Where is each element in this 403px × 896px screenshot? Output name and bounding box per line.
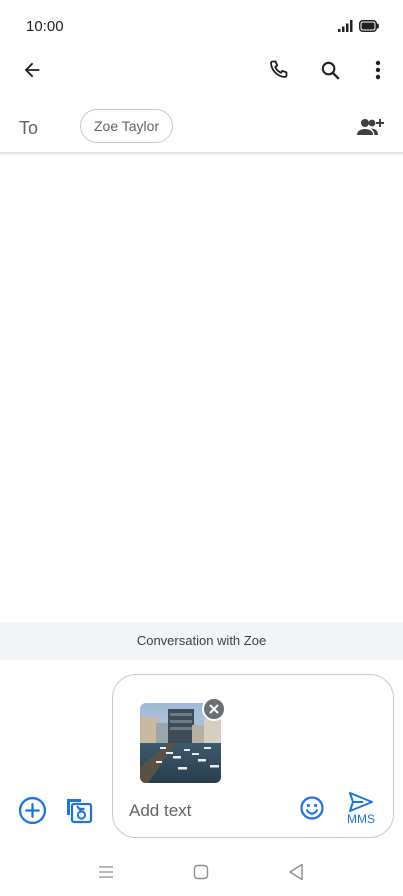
conversation-banner: Conversation with Zoe — [0, 622, 403, 660]
more-options-icon[interactable] — [366, 56, 390, 84]
navigation-bar — [0, 852, 403, 896]
status-icons — [338, 19, 379, 37]
recent-apps-icon[interactable] — [96, 862, 116, 882]
status-time: 10:00 — [26, 18, 64, 35]
recipient-row: To Zoe Taylor — [0, 104, 403, 150]
add-people-icon[interactable] — [356, 114, 386, 140]
recipient-chip[interactable]: Zoe Taylor — [80, 109, 174, 143]
back-icon[interactable] — [18, 54, 46, 86]
app-bar — [0, 52, 403, 88]
home-icon[interactable] — [191, 862, 211, 882]
header-divider — [0, 152, 403, 156]
compose-box: Add text MMS — [112, 674, 394, 838]
send-icon — [349, 792, 373, 812]
status-bar: 10:00 — [0, 0, 403, 52]
gallery-icon[interactable] — [64, 795, 94, 830]
add-attachment-icon[interactable] — [18, 796, 47, 830]
emoji-icon[interactable] — [299, 795, 325, 826]
search-icon[interactable] — [316, 56, 344, 84]
send-button[interactable]: MMS — [341, 791, 381, 831]
back-nav-icon[interactable] — [286, 862, 306, 882]
message-input[interactable]: Add text — [129, 801, 191, 821]
to-label: To — [19, 118, 39, 138]
signal-icon — [338, 19, 354, 37]
remove-attachment-icon[interactable] — [202, 697, 226, 721]
battery-icon — [359, 19, 379, 37]
send-label: MMS — [347, 812, 375, 826]
phone-icon[interactable] — [264, 56, 292, 84]
